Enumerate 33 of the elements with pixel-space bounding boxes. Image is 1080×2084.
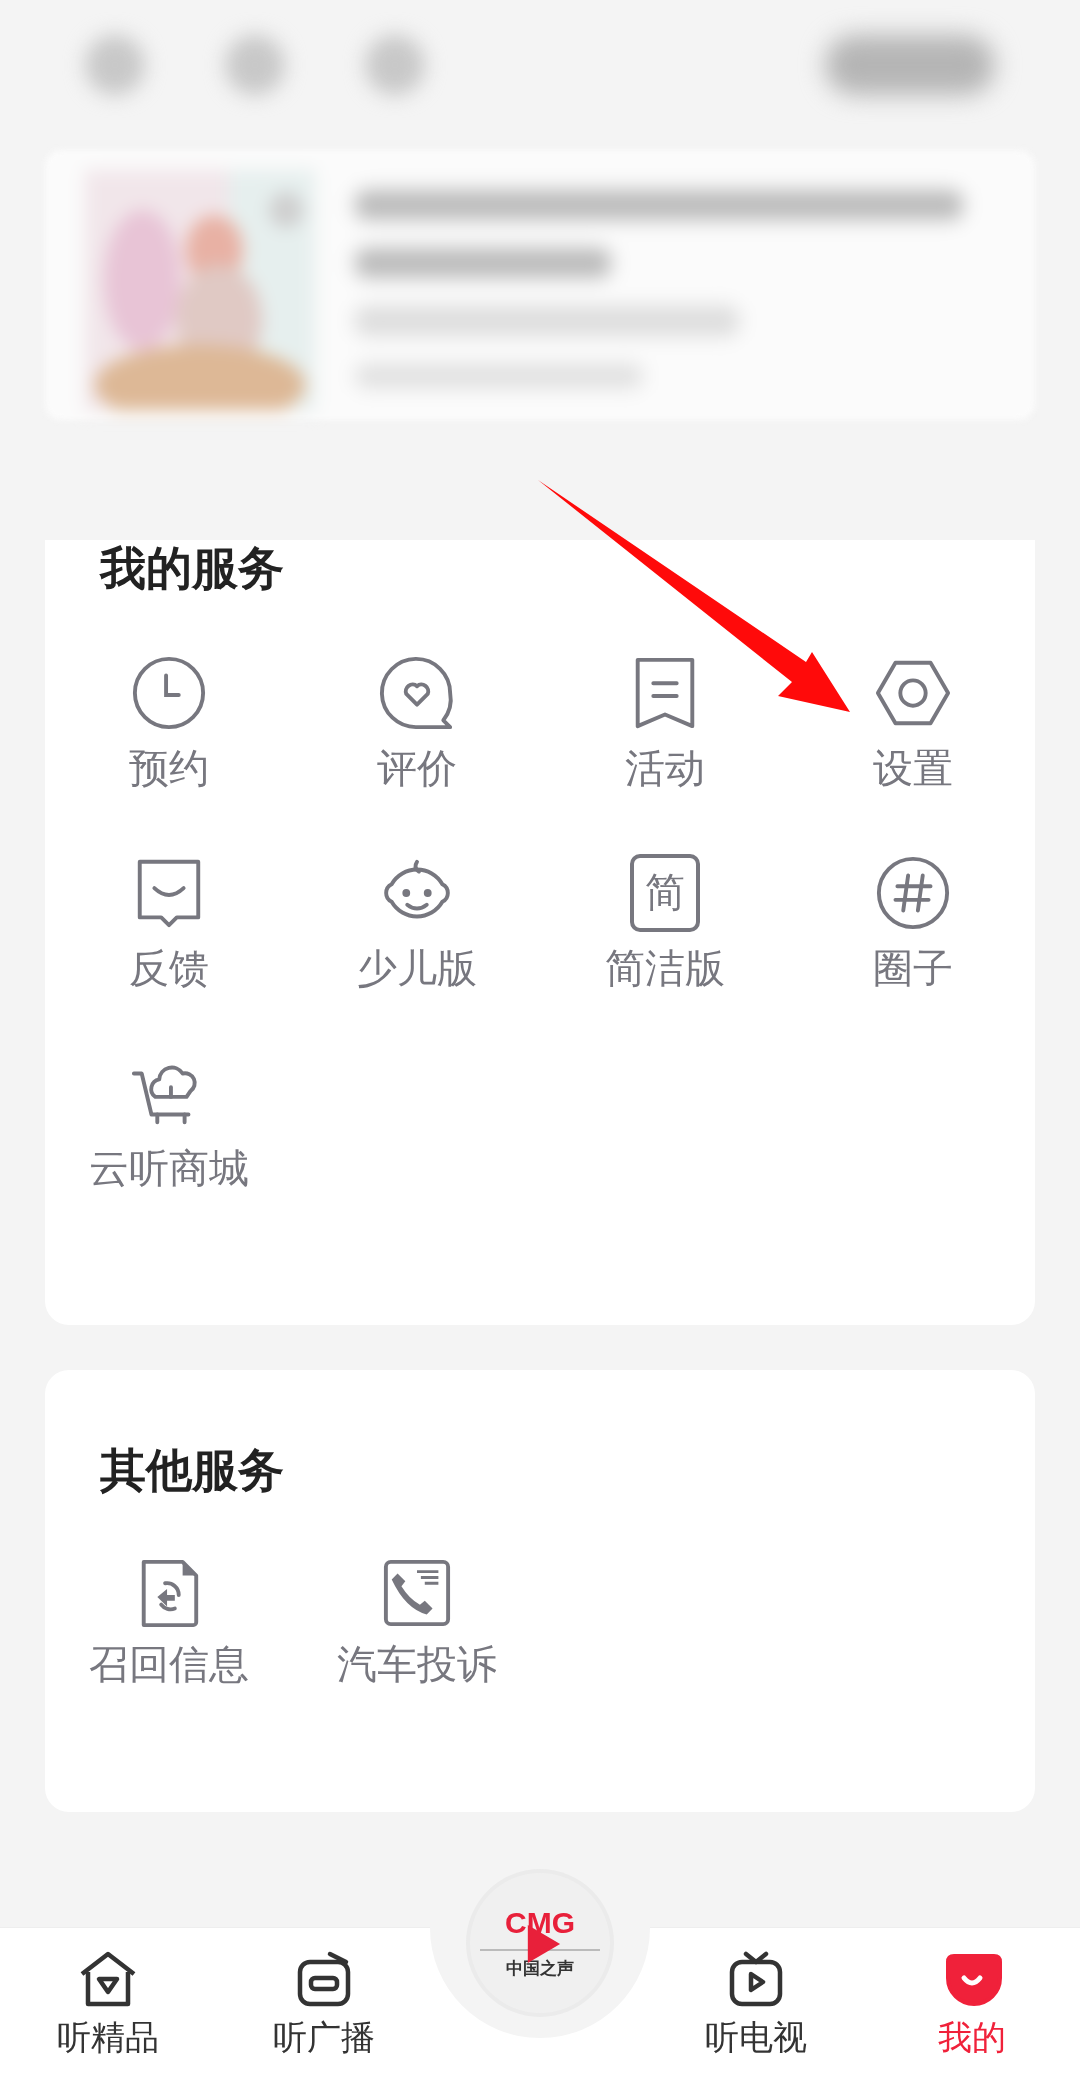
service-item[interactable]: 少儿版 <box>293 854 541 992</box>
service-item[interactable]: 预约 <box>45 654 293 792</box>
service-label: 圈子 <box>873 944 953 992</box>
heart-chat-icon <box>378 654 456 732</box>
service-item[interactable]: 圈子 <box>789 854 1037 992</box>
service-label: 简洁版 <box>605 944 725 992</box>
service-label: 少儿版 <box>357 944 477 992</box>
service-item[interactable]: 反馈 <box>45 854 293 992</box>
service-label: 评价 <box>377 744 457 792</box>
service-label: 云听商城 <box>89 1144 249 1192</box>
service-item[interactable]: 召回信息 <box>45 1558 293 1688</box>
section-title: 其他服务 <box>100 1442 285 1498</box>
service-label: 活动 <box>625 744 705 792</box>
simple-mode-icon: 简 <box>630 854 700 932</box>
service-item[interactable]: 汽车投诉 <box>293 1558 541 1688</box>
service-label: 召回信息 <box>89 1640 249 1688</box>
clock-icon <box>130 654 208 732</box>
service-item[interactable]: 简 简洁版 <box>541 854 789 992</box>
nav-tab[interactable]: 听广播 <box>273 1928 375 2084</box>
service-label: 预约 <box>129 744 209 792</box>
service-item[interactable]: 云听商城 <box>45 1054 293 1192</box>
nav-tab[interactable]: 我的 <box>938 1928 1006 2084</box>
nav-tab[interactable]: 听电视 <box>705 1928 807 2084</box>
service-item[interactable]: 评价 <box>293 654 541 792</box>
nav-tab[interactable]: 听精品 <box>57 1928 159 2084</box>
service-item[interactable]: 活动 <box>541 654 789 792</box>
service-label: 反馈 <box>129 944 209 992</box>
service-item[interactable]: 设置 <box>789 654 1037 792</box>
hashtag-icon <box>874 854 952 932</box>
phone-document-icon <box>382 1558 452 1628</box>
service-label: 汽车投诉 <box>337 1640 497 1688</box>
service-label: 设置 <box>873 744 953 792</box>
section-title: 我的服务 <box>100 540 285 596</box>
